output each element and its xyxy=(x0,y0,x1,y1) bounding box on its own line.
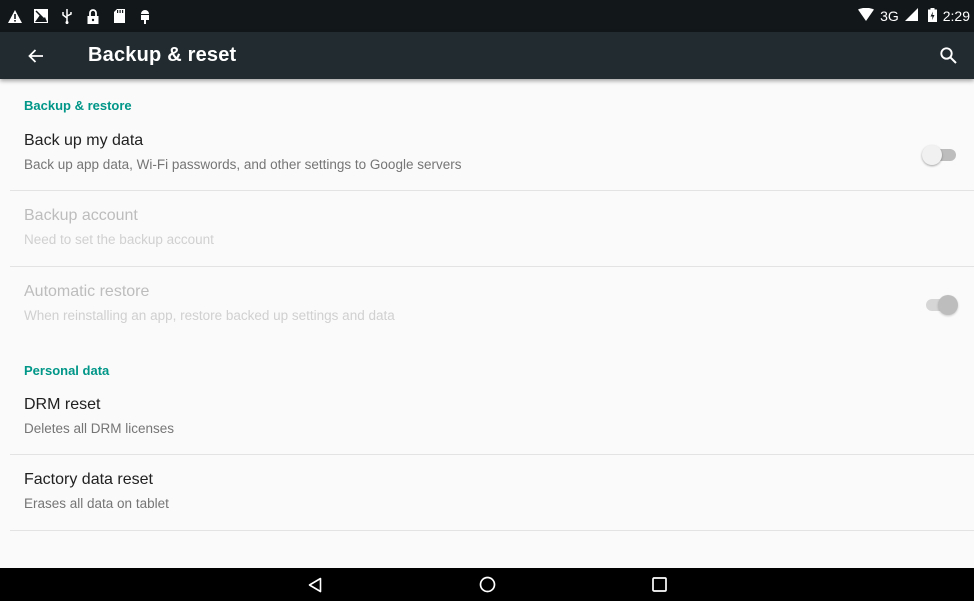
recents-square-icon xyxy=(651,577,667,592)
back-triangle-icon xyxy=(308,577,322,592)
notification-icons xyxy=(8,8,152,24)
page-title: Backup & reset xyxy=(88,44,237,66)
network-type: 3G xyxy=(880,8,899,24)
system-status: 3G 2:29 xyxy=(858,7,970,25)
section-header-backup-restore: Backup & restore xyxy=(24,98,132,113)
pref-summary: When reinstalling an app, restore backed… xyxy=(24,308,395,323)
pref-title: Automatic restore xyxy=(24,283,150,300)
cell-signal-icon xyxy=(904,8,918,24)
automatic-restore-toggle xyxy=(922,293,958,315)
wifi-icon xyxy=(858,7,875,24)
settings-list: Backup & restore Back up my data Back up… xyxy=(0,79,974,568)
image-notification-icon xyxy=(34,9,48,23)
clock: 2:29 xyxy=(942,8,970,24)
nav-back-button[interactable] xyxy=(285,568,345,601)
pref-automatic-restore: Automatic restore When reinstalling an a… xyxy=(0,267,974,342)
section-header-personal-data: Personal data xyxy=(24,363,110,378)
nav-home-button[interactable] xyxy=(457,568,517,601)
pref-title: DRM reset xyxy=(24,396,101,413)
pref-summary: Back up app data, Wi-Fi passwords, and o… xyxy=(24,157,462,172)
pref-title: Factory data reset xyxy=(24,471,153,488)
pref-backup-account: Backup account Need to set the backup ac… xyxy=(0,191,974,266)
pref-drm-reset[interactable]: DRM reset Deletes all DRM licenses xyxy=(0,380,974,455)
navigation-bar xyxy=(0,568,974,601)
search-button[interactable] xyxy=(928,32,968,79)
search-icon xyxy=(939,47,957,64)
back-button[interactable] xyxy=(12,32,60,79)
pref-back-up-my-data[interactable]: Back up my data Back up app data, Wi-Fi … xyxy=(0,116,974,191)
sd-card-icon xyxy=(112,9,126,23)
pref-title: Backup account xyxy=(24,207,138,224)
battery-icon xyxy=(927,7,937,25)
pref-summary: Erases all data on tablet xyxy=(24,496,169,511)
divider xyxy=(10,530,974,531)
home-circle-icon xyxy=(479,576,495,593)
pref-factory-data-reset[interactable]: Factory data reset Erases all data on ta… xyxy=(0,455,974,530)
android-debug-icon xyxy=(138,9,152,24)
pref-summary: Deletes all DRM licenses xyxy=(24,421,175,436)
warning-icon xyxy=(8,9,22,23)
status-bar: 3G 2:29 xyxy=(0,0,974,32)
backup-data-toggle[interactable] xyxy=(922,143,958,165)
pref-title: Back up my data xyxy=(24,132,144,149)
app-bar: Backup & reset xyxy=(0,32,974,79)
arrow-back-icon xyxy=(28,48,43,63)
lock-icon xyxy=(86,8,100,24)
nav-recents-button[interactable] xyxy=(629,568,689,601)
usb-icon xyxy=(60,8,74,24)
pref-summary: Need to set the backup account xyxy=(24,232,214,247)
